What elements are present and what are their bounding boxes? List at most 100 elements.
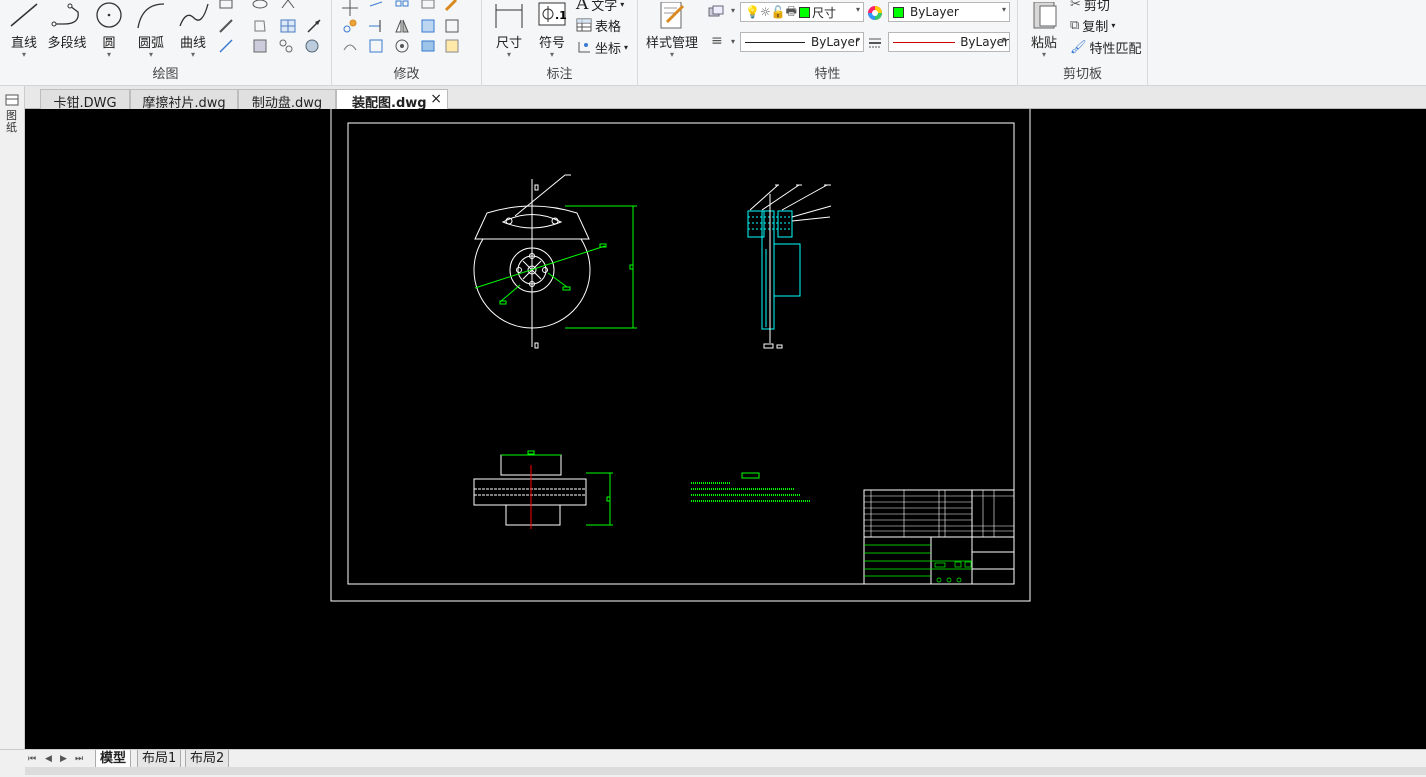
prev-tab-arrow-icon[interactable]: ◀ <box>45 754 52 764</box>
top-view <box>473 450 613 529</box>
ribbon: 直线 ▾ 多段线 圆 ▾ 圆弧 ▾ 曲线 ▾ 绘图 修改 尺寸 ▾ .1 符号 … <box>0 0 1426 86</box>
table-grid-icon[interactable] <box>280 18 296 34</box>
layer-name: 尺寸 <box>812 5 837 20</box>
linetype-combo[interactable]: ByLayer ▾ <box>740 32 864 52</box>
drawing-frame <box>347 122 1015 585</box>
block-icon[interactable] <box>420 38 436 54</box>
offset-icon[interactable] <box>342 38 358 54</box>
arc-label: 圆弧 <box>137 36 164 51</box>
chevron-down-icon[interactable]: ▾ <box>731 6 735 15</box>
table-icon <box>576 18 592 32</box>
copy-label: 复制 <box>1082 19 1109 35</box>
chevron-down-icon: ▾ <box>1001 5 1006 14</box>
chevron-down-icon: ▾ <box>148 50 153 59</box>
stretch-icon[interactable] <box>420 18 436 34</box>
next-tab-arrow-icon[interactable]: ▶ <box>60 754 67 764</box>
bulb-icon: 💡 <box>745 5 760 19</box>
table-button[interactable]: 表格 <box>576 15 621 35</box>
copy-objects-icon[interactable] <box>342 18 358 34</box>
paste-button[interactable]: 粘贴 ▾ <box>1024 0 1064 64</box>
chevron-down-icon: ▾ <box>1041 50 1046 59</box>
doc-tab-3[interactable]: 装配图.dwg × <box>336 89 448 111</box>
layer-combo[interactable]: 💡 ☼ 🔓 🖶 尺寸 ▾ <box>740 2 864 22</box>
color-wheel-icon[interactable] <box>867 5 883 21</box>
lineweight-icon[interactable] <box>867 35 883 51</box>
doc-tab-2[interactable]: 制动盘.dwg <box>238 89 336 111</box>
layout-tab-layout1[interactable]: 布局1 <box>137 750 182 768</box>
donut-icon[interactable] <box>304 38 320 54</box>
lines-icon[interactable]: ≡ <box>711 33 723 49</box>
title-block <box>863 489 1015 585</box>
dimension-button[interactable]: 尺寸 ▾ <box>490 0 528 64</box>
paper-boundary <box>330 109 1031 602</box>
layout-tab-label: 布局2 <box>190 751 225 766</box>
boundary-icon[interactable] <box>278 38 294 54</box>
draw-group-title: 绘图 <box>152 67 179 82</box>
circle-label: 圆 <box>102 36 116 51</box>
layout-tab-layout2[interactable]: 布局2 <box>185 750 230 768</box>
left-panel-strip: 图纸 <box>0 86 25 750</box>
circle-button[interactable]: 圆 ▾ <box>92 0 126 64</box>
symbol-button[interactable]: .1 符号 ▾ <box>534 0 570 64</box>
cut-button[interactable]: ✂ 剪切 <box>1070 0 1110 14</box>
match-properties-button[interactable]: 🖌 特性匹配 <box>1070 37 1142 57</box>
extend-icon[interactable] <box>368 18 384 34</box>
lineweight-combo[interactable]: ByLayer ▾ <box>888 32 1010 52</box>
trim-icon[interactable] <box>368 0 384 16</box>
cut-label: 剪切 <box>1083 0 1110 14</box>
layer-state-icon[interactable] <box>708 4 724 20</box>
svg-text:.1: .1 <box>555 9 567 22</box>
color-combo[interactable]: ByLayer ▾ <box>888 2 1010 22</box>
array-icon[interactable] <box>394 0 410 16</box>
explode-icon[interactable] <box>394 38 410 54</box>
match-properties-icon: 🖌 <box>1070 39 1087 55</box>
linetype-value: ByLayer <box>811 35 860 49</box>
document-tab-bar: 卡钳.DWG 摩擦衬片.dwg 制动盘.dwg 装配图.dwg × <box>0 86 1426 111</box>
rotate-icon[interactable] <box>444 18 460 34</box>
construction-line-icon[interactable] <box>218 38 234 54</box>
pencil-icon[interactable] <box>444 0 460 16</box>
drawing-canvas[interactable] <box>25 109 1426 750</box>
move-icon[interactable] <box>342 0 358 16</box>
curve-button[interactable]: 曲线 ▾ <box>174 0 212 64</box>
horizontal-scrollbar[interactable] <box>25 767 1426 775</box>
printer-icon: 🖶 <box>785 3 797 18</box>
model-space[interactable] <box>25 109 1426 750</box>
arc-button[interactable]: 圆弧 ▾ <box>133 0 169 64</box>
ellipse-icon[interactable] <box>252 0 268 16</box>
region-icon[interactable] <box>252 18 268 34</box>
style-manager-label: 样式管理 <box>645 36 698 51</box>
doc-tab-0[interactable]: 卡钳.DWG <box>40 89 130 111</box>
properties-edit-icon[interactable] <box>444 38 460 54</box>
line-button[interactable]: 直线 ▾ <box>4 0 44 64</box>
dimension-label: 尺寸 <box>495 36 522 51</box>
coordinate-button[interactable]: 坐标 ▾ <box>576 37 628 57</box>
hatch-icon[interactable] <box>252 38 268 54</box>
ray-icon[interactable] <box>218 18 234 34</box>
first-tab-arrow-icon[interactable]: ⏮ <box>28 754 36 764</box>
front-view <box>473 174 591 349</box>
doc-tab-1[interactable]: 摩擦衬片.dwg <box>130 89 238 111</box>
side-section-view <box>747 184 832 349</box>
scale-icon[interactable] <box>420 0 436 16</box>
mirror-icon[interactable] <box>394 18 410 34</box>
rectangle-icon[interactable] <box>218 0 234 16</box>
polyline-button[interactable]: 多段线 <box>46 0 88 64</box>
copy-button[interactable]: ⧉ 复制 ▾ <box>1070 15 1115 35</box>
xline-icon[interactable] <box>306 18 322 34</box>
style-manager-button[interactable]: 样式管理 ▾ <box>644 0 700 64</box>
lock-icon: 🔓 <box>770 5 786 19</box>
text-button[interactable]: A 文字 ▾ <box>576 0 624 14</box>
layout-tab-model[interactable]: 模型 <box>95 750 132 768</box>
chevron-down-icon[interactable]: ▾ <box>731 37 735 46</box>
chevron-down-icon: ▾ <box>190 50 195 59</box>
polygon-icon[interactable] <box>280 0 296 16</box>
left-panel-label[interactable]: 图纸 <box>6 110 19 134</box>
paste-icon <box>1033 2 1057 29</box>
close-icon[interactable]: × <box>430 91 442 107</box>
last-tab-arrow-icon[interactable]: ⏭ <box>75 754 83 764</box>
polyline-label: 多段线 <box>47 36 87 51</box>
sheet-set-icon[interactable] <box>5 94 19 106</box>
linetype-preview <box>745 41 805 43</box>
fillet-icon[interactable] <box>368 38 384 54</box>
